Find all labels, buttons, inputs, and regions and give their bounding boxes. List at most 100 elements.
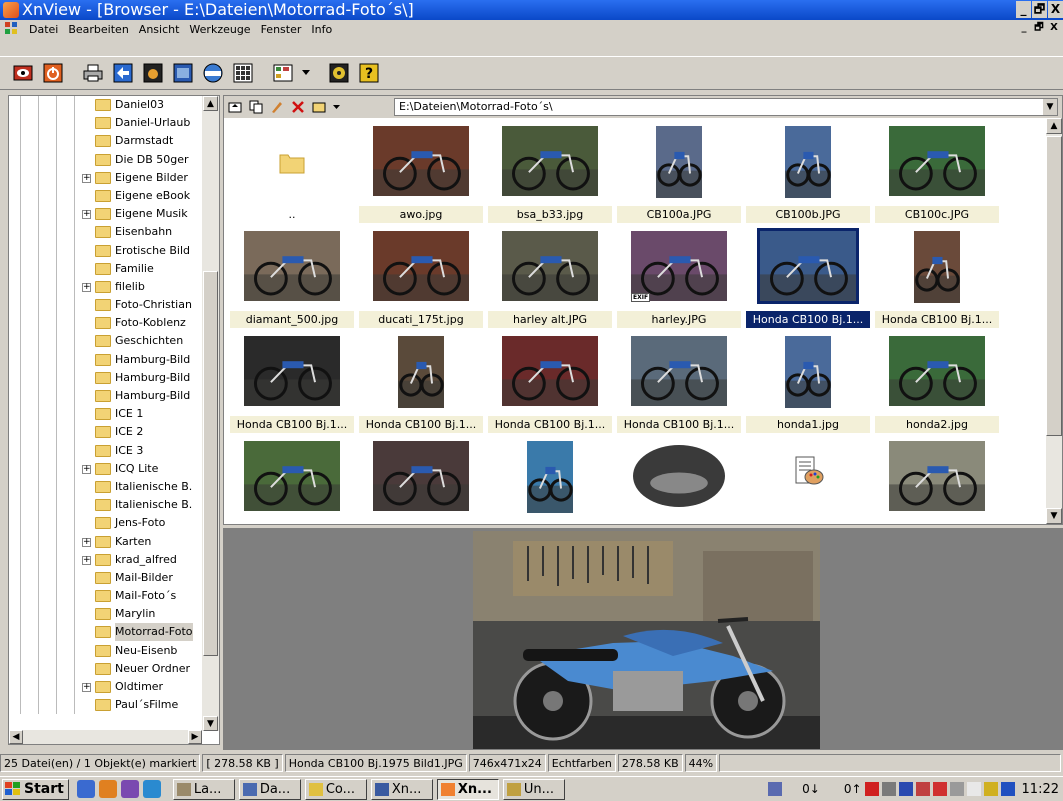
mdi-restore-button[interactable]: 🗗 <box>1032 22 1046 35</box>
scroll-left-arrow-icon[interactable]: ◀ <box>9 730 23 744</box>
tree-item[interactable]: Hamburg-Bild <box>9 387 202 406</box>
menu-datei[interactable]: Datei <box>24 23 63 36</box>
minimize-button[interactable]: _ <box>1016 1 1031 18</box>
tree-item[interactable]: Hamburg-Bild <box>9 350 202 369</box>
tree-item[interactable]: Italienische B. <box>9 496 202 515</box>
print-button[interactable] <box>80 60 106 86</box>
thumbnail-item[interactable] <box>615 435 743 524</box>
tree-item[interactable]: ICE 2 <box>9 423 202 442</box>
tray-messenger-icon[interactable] <box>1000 782 1015 796</box>
document-menu-icon[interactable] <box>4 21 18 35</box>
path-dropdown-chevron-down-icon[interactable]: ▼ <box>1043 99 1057 115</box>
scroll-down-arrow-icon[interactable]: ▼ <box>203 716 218 731</box>
help-button[interactable]: ? <box>356 60 382 86</box>
tree-item[interactable]: + ICQ Lite <box>9 459 202 478</box>
thumbnail-item[interactable] <box>744 435 872 524</box>
browser-button[interactable] <box>10 60 36 86</box>
parent-folder-button[interactable] <box>226 98 244 116</box>
path-combobox[interactable]: E:\Dateien\Motorrad-Foto´s\ ▼ <box>394 98 1058 116</box>
tree-expand-icon[interactable]: + <box>82 282 91 292</box>
thumbnail-item[interactable]: Honda CB100 Bj.1... <box>615 330 743 434</box>
thumbnail-item[interactable]: harley alt.JPG <box>486 225 614 329</box>
tree-item[interactable]: + filelib <box>9 277 202 297</box>
tree-item[interactable]: Mail-Foto´s <box>9 587 202 606</box>
rename-button[interactable] <box>268 98 286 116</box>
scroll-up-arrow-icon[interactable]: ▲ <box>1046 118 1062 134</box>
thumbnail-item[interactable]: .. <box>228 120 356 224</box>
browser-vertical-scrollbar[interactable]: ▲ ▼ <box>1046 118 1062 524</box>
tray-mail-icon[interactable] <box>915 782 930 796</box>
tree-item[interactable]: Mail-Bilder <box>9 568 202 588</box>
folder-options-dropdown[interactable] <box>331 98 341 116</box>
taskbar-window-button[interactable]: La... <box>172 778 235 800</box>
tree-item[interactable]: ICE 3 <box>9 441 202 460</box>
menu-info[interactable]: Info <box>306 23 337 36</box>
tree-item[interactable]: Motorrad-Foto <box>9 623 202 642</box>
taskbar-window-button[interactable]: Un... <box>502 778 565 800</box>
folder-options-button[interactable] <box>310 98 328 116</box>
tray-antivirus-icon[interactable] <box>864 782 879 796</box>
thumbnail-item[interactable]: EXIF harley.JPG <box>615 225 743 329</box>
thumbnail-item[interactable]: CB100b.JPG <box>744 120 872 224</box>
menu-bearbeiten[interactable]: Bearbeiten <box>63 23 133 36</box>
quicklaunch-db-icon[interactable] <box>120 780 139 798</box>
tree-expand-icon[interactable]: + <box>82 173 91 183</box>
tree-item[interactable]: Familie <box>9 259 202 278</box>
thumbnail-item[interactable]: Honda CB100 Bj.1... <box>873 225 1001 329</box>
tree-item[interactable]: Neuer Ordner <box>9 659 202 678</box>
tree-item[interactable]: Neu-Eisenb <box>9 641 202 660</box>
taskbar-window-button[interactable]: Co... <box>304 778 367 800</box>
tree-item[interactable]: Paul´sFilme <box>9 696 202 715</box>
thumbnail-item[interactable]: ducati_175t.jpg <box>357 225 485 329</box>
tray-clock-app-icon[interactable] <box>966 782 981 796</box>
tree-scroll-thumb[interactable] <box>203 271 218 656</box>
thumbnail-item[interactable]: diamant_500.jpg <box>228 225 356 329</box>
restore-button[interactable]: 🗗 <box>1032 1 1047 18</box>
tree-expand-icon[interactable]: + <box>82 537 91 547</box>
taskbar-window-button[interactable]: Da... <box>238 778 301 800</box>
thumbnail-item[interactable] <box>486 435 614 524</box>
tray-display-icon[interactable] <box>898 782 913 796</box>
capture-button[interactable] <box>140 60 166 86</box>
menu-fenster[interactable]: Fenster <box>256 23 307 36</box>
copy-button[interactable] <box>247 98 265 116</box>
thumbnail-item[interactable]: honda2.jpg <box>873 330 1001 434</box>
thumbnail-item[interactable]: bsa_b33.jpg <box>486 120 614 224</box>
tree-item[interactable]: Italienische B. <box>9 477 202 497</box>
tree-expand-icon[interactable]: + <box>82 210 91 220</box>
thumbnail-item[interactable] <box>228 435 356 524</box>
thumbnail-item[interactable]: Honda CB100 Bj.1... <box>357 330 485 434</box>
tree-vertical-scrollbar[interactable]: ▲ ▼ <box>202 96 219 731</box>
view-mode-button[interactable] <box>270 60 296 86</box>
thumbnail-item[interactable]: Honda CB100 Bj.1... <box>744 225 872 329</box>
quicklaunch-ie-icon[interactable] <box>76 780 95 798</box>
thumbnail-item[interactable] <box>873 435 1001 524</box>
tree-item[interactable]: Eigene eBook <box>9 186 202 206</box>
options-button[interactable] <box>326 60 352 86</box>
quicklaunch-tool-icon[interactable] <box>142 780 161 798</box>
delete-button[interactable] <box>289 98 307 116</box>
tree-item[interactable]: Darmstadt <box>9 132 202 151</box>
thumbnail-item[interactable]: CB100c.JPG <box>873 120 1001 224</box>
mdi-close-button[interactable]: X <box>1047 22 1061 35</box>
exit-button[interactable] <box>40 60 66 86</box>
tree-item[interactable]: + Karten <box>9 532 202 551</box>
tray-update-icon[interactable] <box>932 782 947 796</box>
tree-item[interactable]: + krad_alfred <box>9 550 202 569</box>
tree-item[interactable]: Foto-Christian <box>9 296 202 315</box>
thumbnail-item[interactable]: CB100a.JPG <box>615 120 743 224</box>
taskbar-window-button[interactable]: Xn... <box>436 778 499 800</box>
title-bar[interactable]: XnView - [Browser - E:\Dateien\Motorrad-… <box>0 0 1063 20</box>
tree-item[interactable]: + Oldtimer <box>9 678 202 697</box>
close-button[interactable]: X <box>1048 1 1063 18</box>
tray-speaker-icon[interactable] <box>881 782 896 796</box>
tray-network-icon[interactable] <box>768 782 783 796</box>
tree-item[interactable]: Daniel03 <box>9 96 202 115</box>
scroll-up-arrow-icon[interactable]: ▲ <box>203 96 218 111</box>
thumbnail-item[interactable]: honda1.jpg <box>744 330 872 434</box>
thumbnail-item[interactable]: awo.jpg <box>357 120 485 224</box>
tree-item[interactable]: Eisenbahn <box>9 223 202 242</box>
menu-werkzeuge[interactable]: Werkzeuge <box>184 23 255 36</box>
tray-shield-icon[interactable] <box>983 782 998 796</box>
html-export-button[interactable] <box>200 60 226 86</box>
